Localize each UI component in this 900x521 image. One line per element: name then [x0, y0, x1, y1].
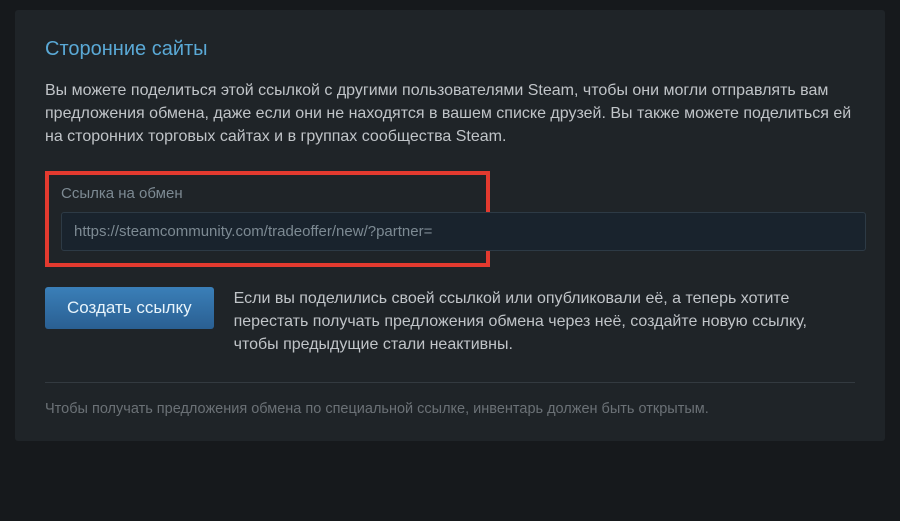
create-link-help: Если вы поделились своей ссылкой или опу… [234, 287, 855, 357]
footer-note: Чтобы получать предложения обмена по спе… [45, 401, 855, 417]
section-description: Вы можете поделиться этой ссылкой с друг… [45, 79, 855, 149]
trade-url-label: Ссылка на обмен [61, 185, 474, 202]
create-link-row: Создать ссылку Если вы поделились своей … [45, 287, 855, 357]
trade-url-input[interactable] [61, 212, 866, 251]
section-title: Сторонние сайты [45, 38, 855, 61]
third-party-sites-panel: Сторонние сайты Вы можете поделиться это… [15, 10, 885, 441]
divider [45, 382, 855, 383]
trade-url-highlight: Ссылка на обмен [45, 171, 490, 267]
create-link-button[interactable]: Создать ссылку [45, 287, 214, 329]
